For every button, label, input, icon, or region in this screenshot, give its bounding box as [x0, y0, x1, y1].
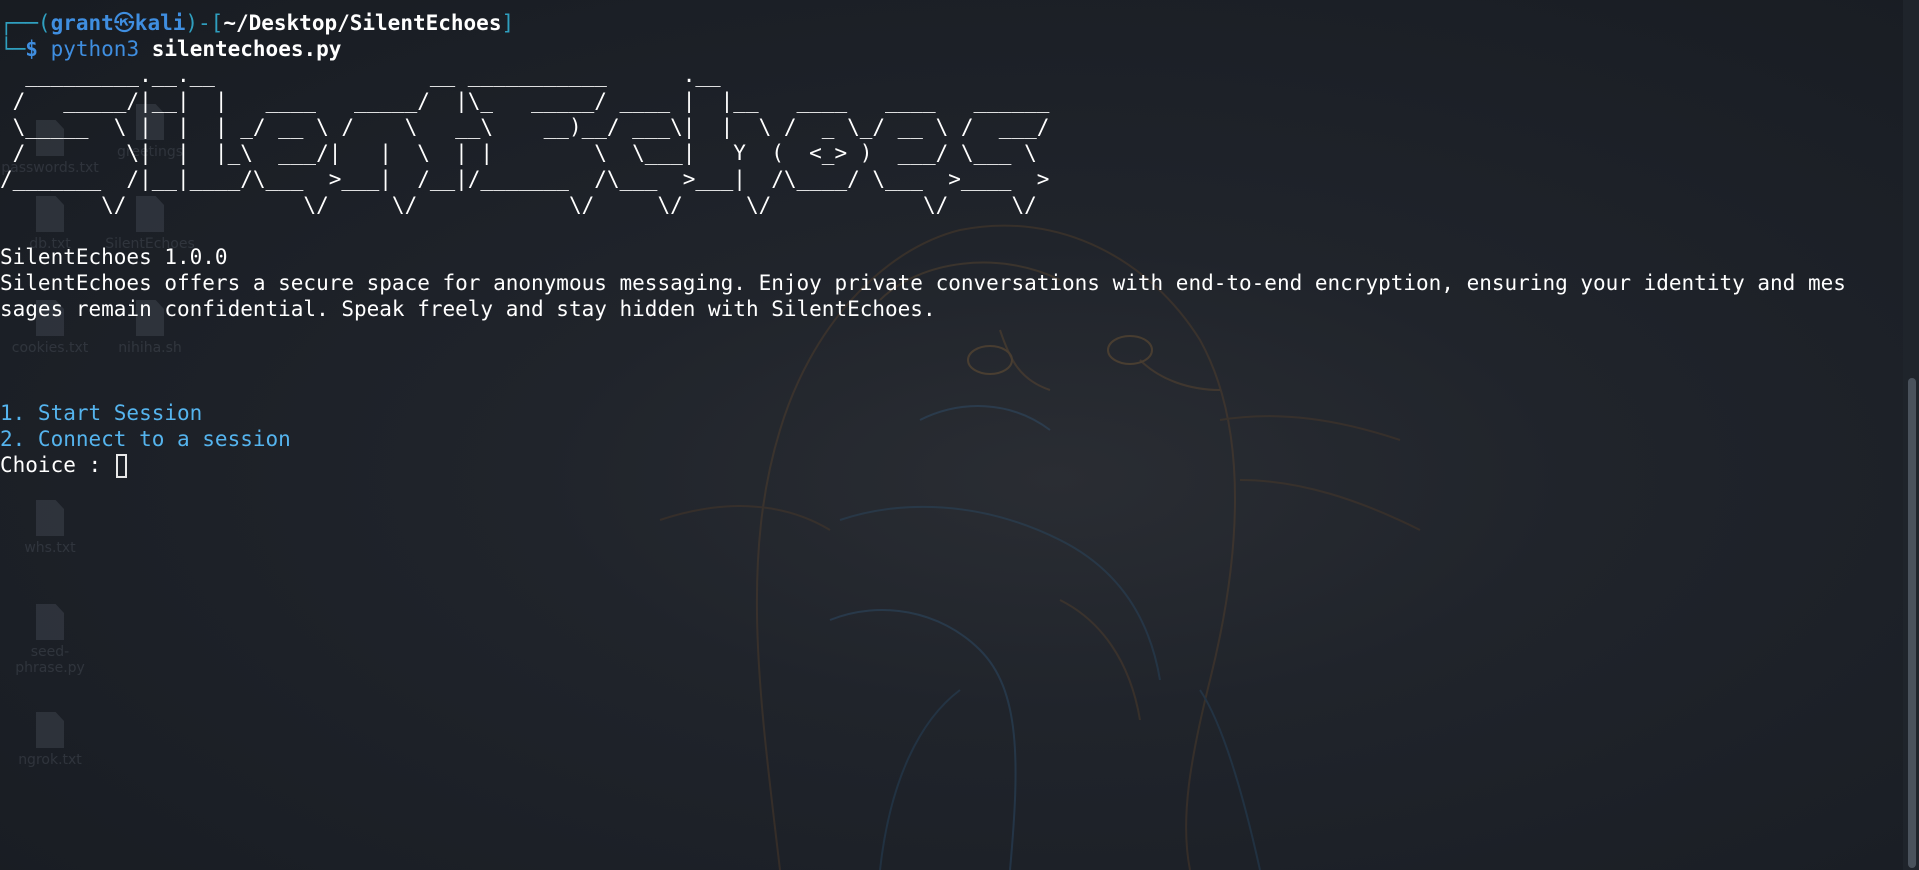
- menu-option-start-session: 1. Start Session: [0, 401, 203, 425]
- choice-prompt[interactable]: Choice :: [0, 452, 1897, 478]
- command-name: python3: [50, 37, 140, 61]
- desktop-python-file-icon: seed-phrase.py: [0, 604, 100, 676]
- prompt-bracket: ]: [501, 11, 515, 35]
- scrollbar-thumb[interactable]: [1908, 378, 1916, 868]
- desktop-file-icon: ngrok.txt: [0, 712, 100, 768]
- menu-option-connect-session: 2. Connect to a session: [0, 427, 291, 451]
- choice-label: Choice :: [0, 453, 114, 477]
- prompt-separator: )-[: [185, 11, 224, 35]
- description-line-1: SilentEchoes offers a secure space for a…: [0, 271, 1846, 295]
- prompt-user: grant: [50, 11, 114, 35]
- prompt-dollar: $: [25, 37, 51, 61]
- prompt-path: ~/Desktop/SilentEchoes: [223, 11, 502, 35]
- description-line-2: sages remain confidential. Speak freely …: [0, 297, 936, 321]
- prompt-frame-bottom: └─: [0, 37, 26, 61]
- terminal-scrollbar[interactable]: [1903, 0, 1919, 870]
- terminal-window[interactable]: passwords.txt greetings db.txt SilentEch…: [0, 0, 1919, 870]
- prompt-at-icon: ㉿: [113, 11, 135, 35]
- command-line: └─$ python3 silentechoes.py: [0, 36, 1897, 62]
- terminal-output: ┌──(grant㉿kali)-[~/Desktop/SilentEchoes]…: [0, 10, 1897, 478]
- text-cursor: [115, 454, 127, 478]
- command-argument: silentechoes.py: [151, 37, 342, 61]
- version-text: SilentEchoes 1.0.0: [0, 245, 228, 269]
- ascii-art-banner: _________.__.__ __ ___________ .__ / ___…: [0, 63, 1050, 217]
- shell-prompt-header: ┌──(grant㉿kali)-[~/Desktop/SilentEchoes]: [0, 10, 1897, 36]
- desktop-file-icon: whs.txt: [0, 500, 100, 556]
- prompt-host: kali: [134, 11, 186, 35]
- prompt-frame: ┌──(: [0, 11, 51, 35]
